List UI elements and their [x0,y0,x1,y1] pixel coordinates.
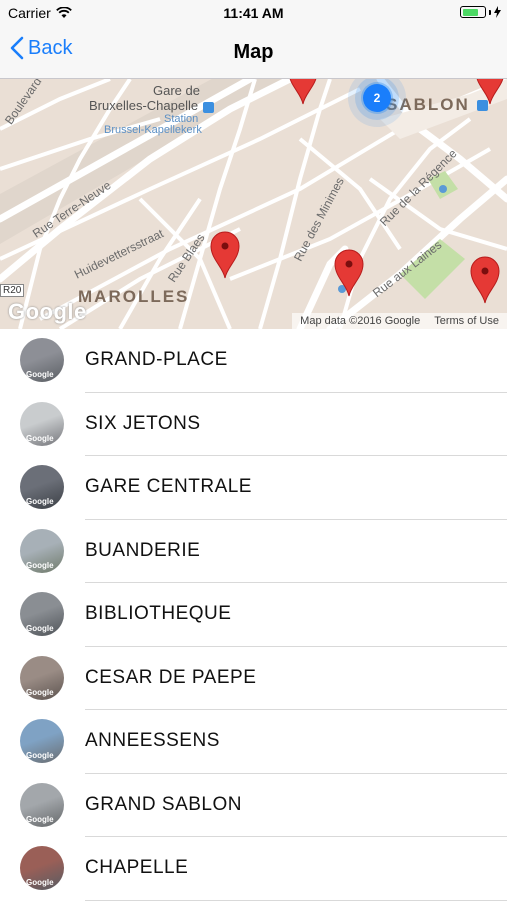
list-item-label: BUANDERIE [85,539,201,561]
map-pin-icon[interactable] [210,231,240,279]
list-item-label: GARE CENTRALE [85,476,252,497]
district-label-marolles: MAROLLES [78,287,190,306]
map-attribution-bar: Map data ©2016 Google Terms of Use [292,313,507,329]
location-thumbnail: Google [20,846,64,890]
list-item[interactable]: Google BUANDERIE [0,520,507,583]
map-pin-icon[interactable] [470,256,500,304]
cluster-count: 2 [373,91,381,105]
list-item-label: GRAND-PLACE [85,349,228,370]
list-item[interactable]: Google CHAPELLE [0,837,507,901]
thumbnail-google-label: Google [26,751,54,760]
list-item[interactable]: Google CESAR DE PAEPE [0,647,507,710]
map-view[interactable]: Gare de Bruxelles-Chapelle Station Bruss… [0,79,507,329]
location-thumbnail: Google [20,592,64,636]
street-label-kapellekerk: Brussel-Kapellekerk [104,124,202,136]
list-item[interactable]: Google BIBLIOTHEQUE [0,583,507,647]
list-item[interactable]: Google GARE CENTRALE [0,456,507,520]
list-item[interactable]: Google GRAND-PLACE [0,329,507,393]
road-badge-r20: R20 [0,284,25,297]
list-item-label: SIX JETONS [85,412,201,434]
location-thumbnail: Google [20,338,64,382]
thumbnail-google-label: Google [26,624,54,633]
cluster-marker[interactable]: 2 [346,79,408,129]
cluster-count-bubble: 2 [363,84,391,112]
location-thumbnail: Google [20,719,64,763]
location-list: Google GRAND-PLACE Google SIX JETONS Google G… [0,329,507,901]
location-thumbnail: Google [20,782,64,827]
thumbnail-google-label: Google [26,814,54,824]
list-item-label: CHAPELLE [85,857,189,878]
map-pin-icon[interactable] [288,79,318,105]
battery-indicator [460,6,501,18]
list-item-label: CESAR DE PAEPE [85,666,257,688]
location-thumbnail: Google [20,401,64,446]
back-label: Back [28,36,73,59]
thumbnail-google-label: Google [26,370,54,379]
map-pin-icon[interactable] [334,249,364,297]
thumbnail-google-label: Google [26,878,54,887]
location-thumbnail: Google [20,465,64,509]
list-item[interactable]: Google SIX JETONS [0,393,507,456]
battery-level-fill [462,8,478,16]
list-item[interactable]: Google GRAND SABLON [0,774,507,837]
battery-icon [460,6,486,18]
map-attribution: Map data ©2016 Google [300,315,421,327]
chevron-left-icon [10,36,24,60]
thumbnail-google-label: Google [26,433,54,443]
thumbnail-google-label: Google [26,560,54,570]
street-label-bruxelles-chapelle: Bruxelles-Chapelle [89,98,199,113]
back-button[interactable]: Back [10,36,72,60]
list-item-label: BIBLIOTHEQUE [85,603,232,624]
status-time: 11:41 AM [223,5,284,21]
thumbnail-google-label: Google [26,497,54,506]
list-item-label: GRAND SABLON [85,793,242,815]
map-pin-icon[interactable] [475,79,505,105]
street-label-gare: Gare de [153,83,200,98]
terms-of-use-link[interactable]: Terms of Use [434,315,499,327]
navigation-bar: Back Map [0,28,507,79]
battery-tip [489,9,491,15]
google-logo: Google [8,299,87,324]
thumbnail-google-label: Google [26,687,54,697]
status-bar: Carrier 11:41 AM [0,0,507,28]
location-thumbnail: Google [20,528,64,573]
location-thumbnail: Google [20,655,64,700]
page-title: Map [233,41,274,63]
list-item[interactable]: Google ANNEESSENS [0,710,507,774]
list-item-label: ANNEESSENS [85,730,220,751]
charging-bolt-icon [494,6,501,18]
